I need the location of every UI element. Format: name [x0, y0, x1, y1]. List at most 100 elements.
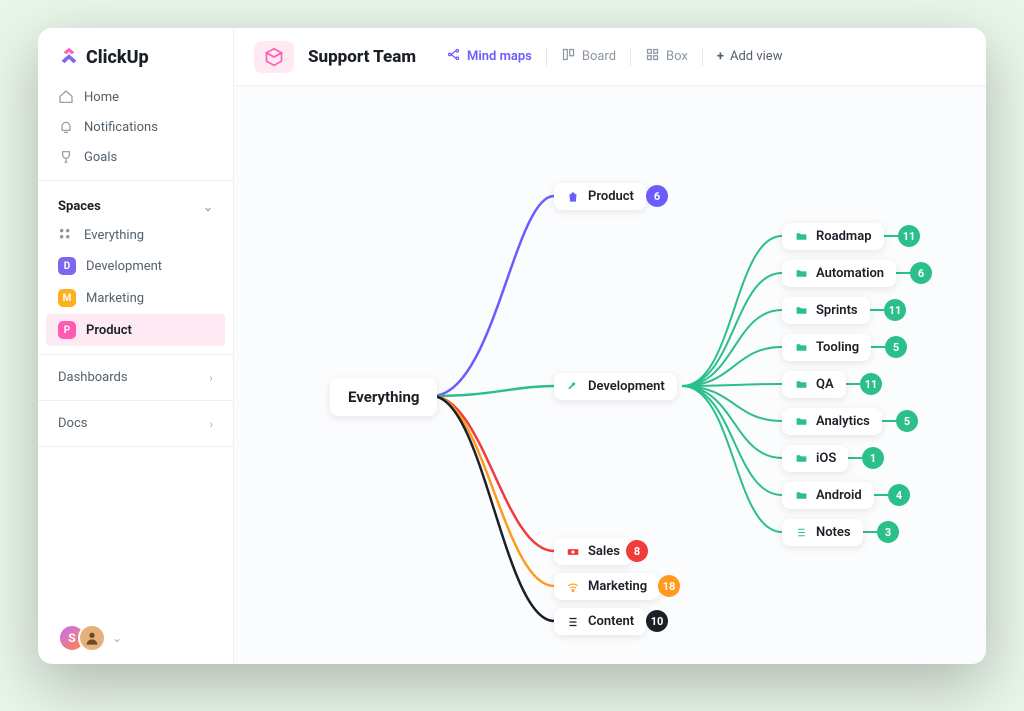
add-view-button[interactable]: + Add view	[707, 43, 793, 70]
view-tabs: Mind maps Board Box	[436, 41, 792, 72]
section-label: Docs	[58, 416, 87, 431]
folder-icon	[794, 230, 808, 244]
node-label: Notes	[816, 525, 851, 540]
wifi-icon	[566, 580, 580, 594]
count-badge: 5	[896, 410, 918, 432]
node-label: Automation	[816, 266, 884, 281]
mindmap-node-sales[interactable]: Sales	[554, 538, 632, 565]
clickup-logo-icon	[58, 46, 80, 68]
folder-icon	[794, 415, 808, 429]
node-label: Sales	[588, 544, 620, 559]
chevron-down-icon: ⌄	[203, 200, 213, 214]
spaces-header-label: Spaces	[58, 199, 101, 214]
nav-label: Notifications	[84, 120, 158, 135]
nav-goals[interactable]: Goals	[38, 142, 233, 172]
cube-icon	[264, 47, 284, 67]
main-area: Support Team Mind maps Board	[234, 28, 986, 664]
team-chip[interactable]	[254, 41, 294, 73]
space-badge: D	[58, 257, 76, 275]
mindmap-node-marketing[interactable]: Marketing	[554, 573, 659, 600]
mindmap-child-node[interactable]: Android	[782, 482, 874, 509]
separator	[630, 48, 631, 66]
trophy-icon	[58, 149, 74, 165]
count-badge: 11	[860, 373, 882, 395]
mindmap-child-node[interactable]: iOS	[782, 445, 848, 472]
plus-icon: +	[717, 49, 724, 64]
mindmap-child-node[interactable]: QA	[782, 371, 846, 398]
mindmap-icon	[446, 47, 461, 66]
view-tab-box[interactable]: Box	[635, 41, 698, 72]
nav-notifications[interactable]: Notifications	[38, 112, 233, 142]
count-badge: 3	[877, 521, 899, 543]
count-badge: 5	[885, 336, 907, 358]
count-badge: 4	[888, 484, 910, 506]
mindmap-child-node[interactable]: Tooling	[782, 334, 871, 361]
count-badge: 8	[626, 540, 648, 562]
spaces-header[interactable]: Spaces ⌄	[38, 189, 233, 220]
section-dashboards[interactable]: Dashboards ›	[38, 363, 233, 392]
mindmap-node-content[interactable]: Content	[554, 608, 646, 635]
space-label: Development	[86, 259, 162, 274]
node-label: Everything	[348, 388, 419, 406]
folder-icon	[794, 489, 808, 503]
mindmap-node-development[interactable]: Development	[554, 373, 677, 400]
view-tab-label: Board	[582, 49, 616, 64]
list-icon	[566, 615, 580, 629]
mindmap-canvas[interactable]: Everything Product 6 Development	[234, 86, 986, 664]
count-badge: 6	[910, 262, 932, 284]
count-badge: 11	[884, 299, 906, 321]
avatar	[78, 624, 106, 652]
count-badge: 11	[898, 225, 920, 247]
section-docs[interactable]: Docs ›	[38, 409, 233, 438]
nav-label: Home	[84, 90, 119, 105]
count-badge: 10	[646, 610, 668, 632]
mindmap-child-node[interactable]: Sprints	[782, 297, 870, 324]
divider	[38, 354, 233, 355]
board-icon	[561, 47, 576, 66]
view-tab-mindmaps[interactable]: Mind maps	[436, 41, 542, 72]
folder-icon	[794, 452, 808, 466]
view-tab-label: Box	[666, 49, 688, 64]
list-icon	[794, 526, 808, 540]
folder-icon	[794, 267, 808, 281]
node-label: Sprints	[816, 303, 858, 318]
space-marketing[interactable]: M Marketing	[38, 282, 233, 314]
team-name: Support Team	[308, 47, 416, 67]
mindmap-child-node[interactable]: Roadmap	[782, 223, 884, 250]
node-label: Analytics	[816, 414, 870, 429]
node-label: Content	[588, 614, 634, 629]
space-product[interactable]: P Product	[46, 314, 225, 346]
avatar-stack[interactable]: S	[58, 624, 106, 652]
mindmap-root-node[interactable]: Everything	[330, 378, 437, 416]
divider	[38, 446, 233, 447]
nav-label: Goals	[84, 150, 117, 165]
count-badge: 1	[862, 447, 884, 469]
wrench-icon	[566, 380, 580, 394]
separator	[702, 48, 703, 66]
mindmap-child-node[interactable]: Automation	[782, 260, 896, 287]
folder-icon	[794, 341, 808, 355]
node-label: iOS	[816, 451, 836, 466]
box-icon	[645, 47, 660, 66]
mindmap-child-node[interactable]: Analytics	[782, 408, 882, 435]
brand-logo[interactable]: ClickUp	[38, 46, 233, 82]
home-icon	[58, 89, 74, 105]
space-label: Product	[86, 323, 132, 338]
view-tab-board[interactable]: Board	[551, 41, 626, 72]
node-label: Android	[816, 488, 862, 503]
separator	[546, 48, 547, 66]
folder-icon	[794, 304, 808, 318]
node-label: Product	[588, 189, 634, 204]
count-badge: 6	[646, 185, 668, 207]
mindmap-node-product[interactable]: Product	[554, 183, 646, 210]
nav-home[interactable]: Home	[38, 82, 233, 112]
chevron-down-icon[interactable]: ⌄	[112, 631, 122, 645]
space-development[interactable]: D Development	[38, 250, 233, 282]
sidebar-footer: S ⌄	[38, 624, 233, 652]
sidebar: ClickUp Home Notifications Goals Spaces …	[38, 28, 234, 664]
sidebar-everything[interactable]: Everything	[38, 220, 233, 250]
money-icon	[566, 545, 580, 559]
folder-icon	[794, 378, 808, 392]
app-window: ClickUp Home Notifications Goals Spaces …	[38, 28, 986, 664]
mindmap-child-node[interactable]: Notes	[782, 519, 863, 546]
